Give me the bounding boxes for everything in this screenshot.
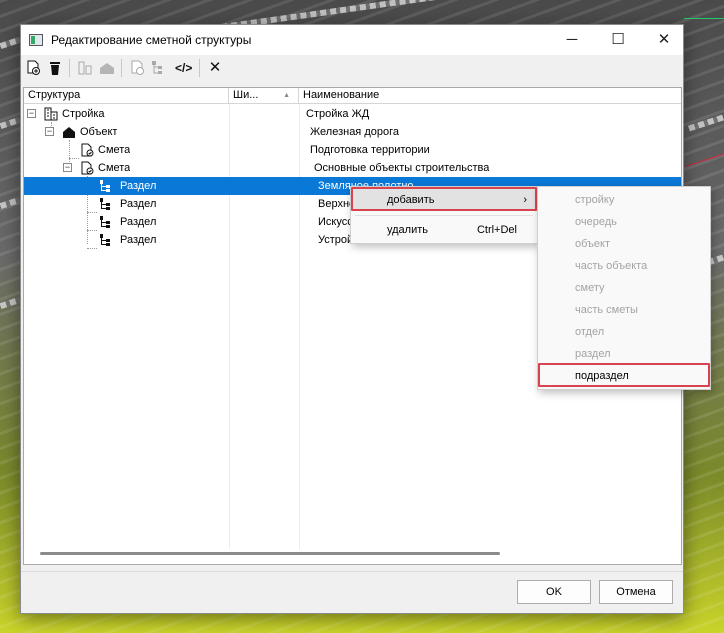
hierarchy-icon[interactable] xyxy=(149,60,165,76)
menu-separator xyxy=(355,215,533,216)
tree-row-name: Искусственные сооружения xyxy=(318,216,352,228)
close-icon[interactable]: ✕ xyxy=(207,60,223,76)
code-icon[interactable]: </> xyxy=(175,60,192,76)
house-icon[interactable] xyxy=(99,60,115,76)
collapse-icon[interactable]: − xyxy=(45,127,54,136)
toolbar-separator xyxy=(69,59,70,77)
tree-row-name: Верхнее строение пути xyxy=(318,198,352,210)
estimate-document-icon xyxy=(80,161,94,175)
app-icon xyxy=(29,34,43,46)
tree-row-structure: Объект xyxy=(80,126,118,138)
cancel-button[interactable]: Отмена xyxy=(599,580,673,604)
tree-row-structure: Смета xyxy=(98,162,131,174)
tree-row[interactable]: Смета Подготовка территории xyxy=(24,141,681,159)
menu-item-delete-label: удалить xyxy=(387,224,429,236)
tree-row[interactable]: − Объект Железная дорога xyxy=(24,123,681,141)
section-icon xyxy=(98,197,112,211)
highlight-subsection xyxy=(538,363,710,387)
tree-header: Структура Ши... ▲ Наименование xyxy=(24,88,681,104)
minimize-button[interactable]: ─ xyxy=(549,25,595,55)
tree-row-name: Подготовка территории xyxy=(310,144,430,156)
horizontal-scrollbar[interactable] xyxy=(40,552,500,555)
building-icon xyxy=(44,107,58,121)
column-header-width-label: Ши... xyxy=(233,89,259,101)
tree-row-name: Стройка ЖД xyxy=(306,108,370,120)
column-header-structure[interactable]: Структура xyxy=(24,88,229,104)
house-icon xyxy=(62,125,76,139)
submenu-item-section[interactable]: раздел xyxy=(538,343,710,365)
menu-item-delete-shortcut: Ctrl+Del xyxy=(476,224,517,236)
tree-row-structure: Раздел xyxy=(120,234,157,246)
submenu-item-construction[interactable]: стройку xyxy=(538,189,710,211)
submenu-item-estimate-part[interactable]: часть сметы xyxy=(538,299,710,321)
tree-row[interactable]: − Смета Основные объекты строительства xyxy=(24,159,681,177)
tree-row-structure: Раздел xyxy=(120,216,157,228)
toolbar-separator xyxy=(199,59,200,77)
estimate-document-icon xyxy=(80,143,94,157)
section-icon xyxy=(98,179,112,193)
column-header-width[interactable]: Ши... ▲ xyxy=(229,88,299,104)
submenu-item-department[interactable]: отдел xyxy=(538,321,710,343)
submenu-item-object[interactable]: объект xyxy=(538,233,710,255)
column-header-name[interactable]: Наименование xyxy=(299,88,683,104)
maximize-button[interactable]: ☐ xyxy=(595,25,641,55)
sort-ascending-icon: ▲ xyxy=(283,92,290,99)
close-window-button[interactable]: ✕ xyxy=(641,25,687,55)
submenu-item-estimate[interactable]: смету xyxy=(538,277,710,299)
document-check-icon[interactable] xyxy=(129,60,145,76)
tree-row[interactable]: − Стройка Стройка ЖД xyxy=(24,105,681,123)
tree-row-structure: Раздел xyxy=(120,198,157,210)
menu-item-delete[interactable]: удалить Ctrl+Del xyxy=(351,219,537,241)
collapse-icon[interactable]: − xyxy=(63,163,72,172)
section-icon xyxy=(98,215,112,229)
collapse-icon[interactable]: − xyxy=(27,109,36,118)
toolbar: </> ✕ xyxy=(21,55,683,81)
submenu-item-object-part[interactable]: часть объекта xyxy=(538,255,710,277)
ok-button[interactable]: OK xyxy=(517,580,591,604)
section-icon xyxy=(98,233,112,247)
tree-row-structure: Раздел xyxy=(120,180,157,192)
submenu-item-queue[interactable]: очередь xyxy=(538,211,710,233)
tree-row-structure: Смета xyxy=(98,144,131,156)
structure-icon[interactable] xyxy=(77,60,93,76)
toolbar-separator xyxy=(121,59,122,77)
delete-icon[interactable] xyxy=(47,60,63,76)
title-bar: Редактирование сметной структуры ─ ☐ ✕ xyxy=(21,25,683,55)
highlight-add xyxy=(351,187,537,211)
window-title: Редактирование сметной структуры xyxy=(51,33,252,47)
tree-row-name: Основные объекты строительства xyxy=(314,162,490,174)
add-submenu: стройку очередь объект часть объекта сме… xyxy=(537,186,711,390)
tree-row-structure: Стройка xyxy=(62,108,105,120)
tree-row-name: Устройство переездов xyxy=(318,234,352,246)
add-document-icon[interactable] xyxy=(25,60,41,76)
footer-divider xyxy=(21,571,683,572)
tree-row-name: Железная дорога xyxy=(310,126,399,138)
